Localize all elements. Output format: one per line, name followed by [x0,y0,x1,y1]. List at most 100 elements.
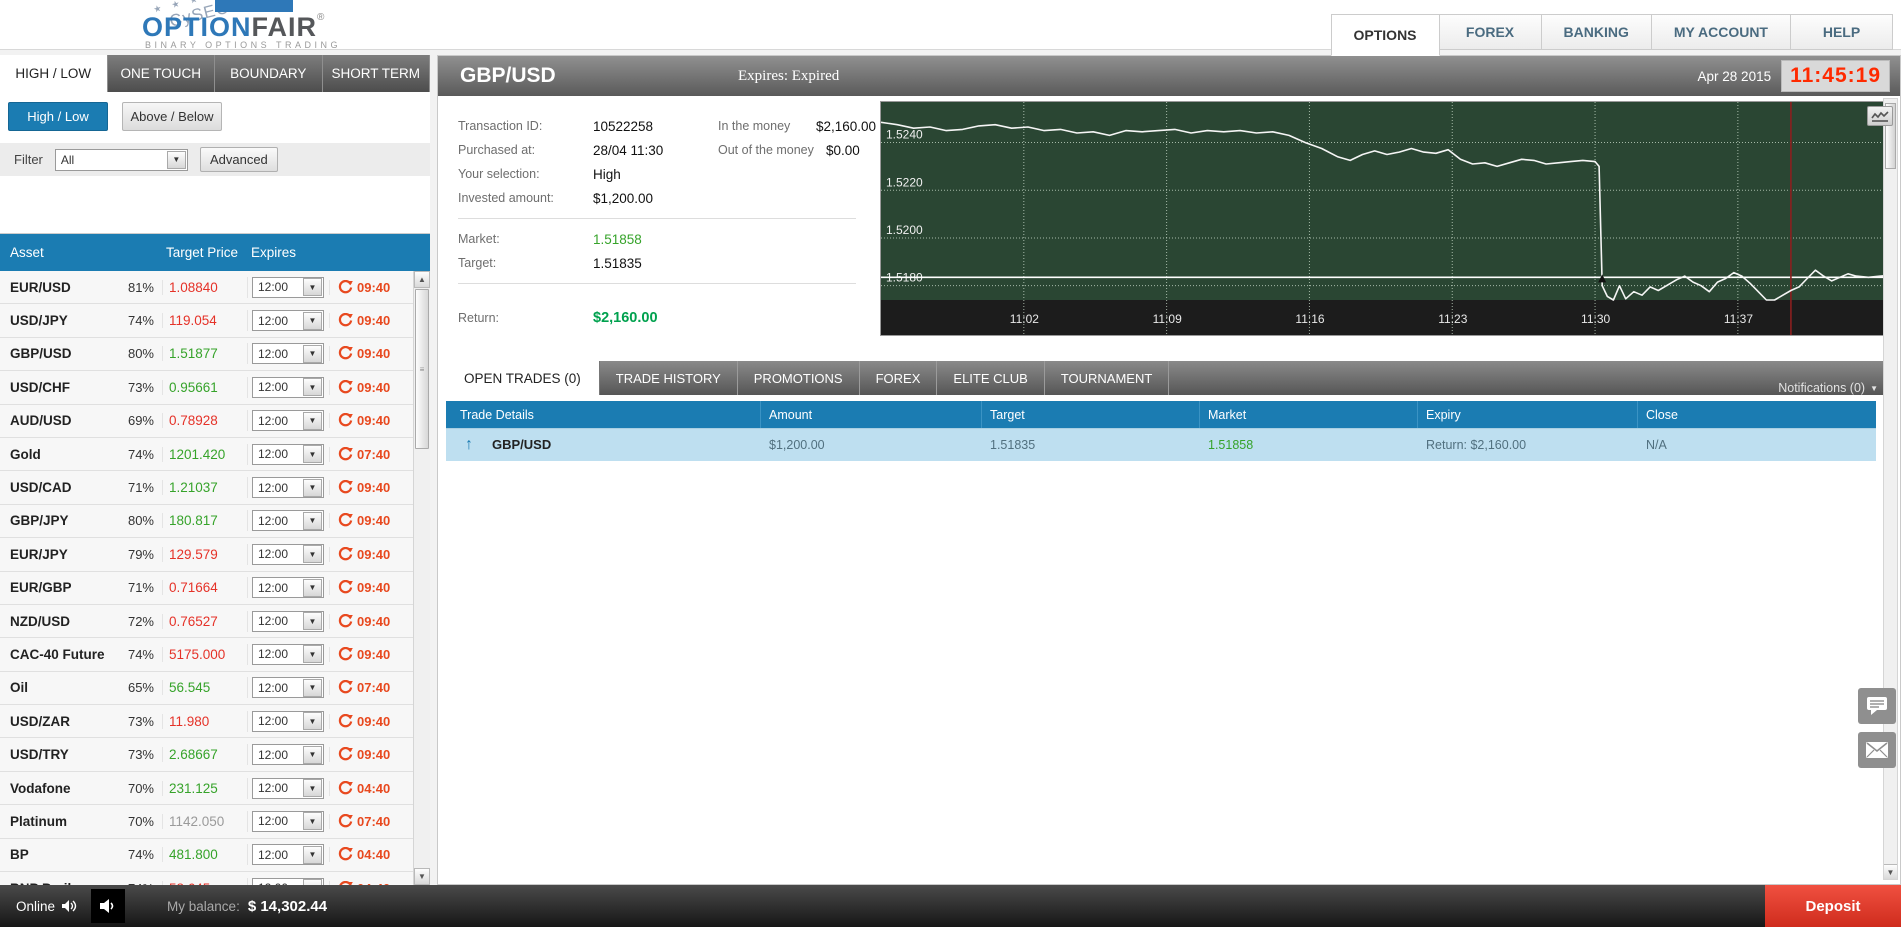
asset-row[interactable]: USD/CAD 71% 1.21037 12:00 ▼ 09:40 [0,471,413,505]
scrollbar-thumb[interactable]: ≡ [415,289,429,449]
asset-target-price: 119.054 [162,313,247,329]
asset-row[interactable]: EUR/USD 81% 1.08840 12:00 ▼ 09:40 [0,271,413,305]
expiry-select[interactable]: 12:00▼ [252,343,324,365]
chevron-down-icon[interactable]: ▼ [303,378,322,397]
bottom-tab-trade-history[interactable]: TRADE HISTORY [600,361,738,395]
chat-button[interactable] [1858,688,1896,724]
chevron-down-icon[interactable]: ▼ [303,478,322,497]
chevron-down-icon[interactable]: ▼ [303,578,322,597]
expiry-select[interactable]: 12:00▼ [252,510,324,532]
chevron-down-icon[interactable]: ▼ [303,612,322,631]
asset-row[interactable]: Vodafone 70% 231.125 12:00 ▼ 04:40 [0,771,413,806]
asset-row[interactable]: BP 74% 481.800 12:00 ▼ 04:40 [0,838,413,873]
expiry-select[interactable]: 12:00▼ [252,376,324,398]
expiry-select[interactable]: 12:00▼ [252,643,324,665]
expiry-select[interactable]: 12:00▼ [252,677,324,699]
asset-row[interactable]: USD/JPY 74% 119.054 12:00 ▼ 09:40 [0,304,413,338]
instrument-tab-high-low[interactable]: HIGH / LOW [0,55,108,92]
asset-row[interactable]: GBP/USD 80% 1.51877 12:00 ▼ 09:40 [0,337,413,372]
top-tab-forex[interactable]: FOREX [1439,14,1542,50]
expiry-select[interactable]: 12:00▼ [252,844,324,866]
top-tab-my-account[interactable]: MY ACCOUNT [1651,14,1791,50]
expiry-select[interactable]: 12:00▼ [252,543,324,565]
countdown-value: 09:40 [357,413,391,429]
chevron-down-icon[interactable]: ▼ [166,150,186,169]
chevron-down-icon[interactable]: ▼ [303,545,322,564]
expiry-select[interactable]: 12:00▼ [252,443,324,465]
expiry-select[interactable]: 12:00▼ [252,310,324,332]
expiry-select-value: 12:00 [258,781,289,796]
chevron-down-icon[interactable]: ▼ [303,812,322,831]
asset-row[interactable]: USD/CHF 73% 0.95661 12:00 ▼ 09:40 [0,371,413,405]
top-tab-help[interactable]: HELP [1791,14,1893,50]
chevron-down-icon[interactable]: ▼ [303,745,322,764]
asset-row[interactable]: NZD/USD 72% 0.76527 12:00 ▼ 09:40 [0,604,413,639]
bottom-tab-promotions[interactable]: PROMOTIONS [738,361,860,395]
asset-row[interactable]: USD/TRY 73% 2.68667 12:00 ▼ 09:40 [0,738,413,772]
countdown-clock-icon [338,780,353,794]
expiry-select[interactable]: 12:00▼ [252,877,324,885]
scroll-down-icon[interactable]: ▼ [414,868,430,885]
expiry-select[interactable]: 12:00▼ [252,410,324,432]
email-button[interactable] [1858,732,1896,768]
asset-table-scrollbar[interactable]: ▲ ≡ ▼ [413,271,430,885]
expiry-select[interactable]: 12:00▼ [252,276,324,298]
top-tab-banking[interactable]: BANKING [1541,14,1652,50]
top-nav: OPTIONS FOREX BANKING MY ACCOUNT HELP [1330,14,1893,56]
expiry-select[interactable]: 12:00▼ [252,710,324,732]
mode-tab-high-low[interactable]: High / Low [8,102,108,131]
chevron-down-icon[interactable]: ▼ [303,278,322,297]
expiry-select[interactable]: 12:00▼ [252,577,324,599]
expiry-select[interactable]: 12:00▼ [252,744,324,766]
expiry-select[interactable]: 12:00▼ [252,810,324,832]
chevron-down-icon[interactable]: ▼ [303,712,322,731]
chevron-down-icon[interactable]: ▼ [303,344,322,363]
expiry-select[interactable]: 12:00▼ [252,477,324,499]
notifications-menu[interactable]: Notifications (0) ▼ [1778,381,1892,395]
filter-select[interactable]: All ▼ [54,148,188,171]
asset-row[interactable]: CAC-40 Future 74% 5175.000 12:00 ▼ 09:40 [0,638,413,672]
bottom-tab-open-trades-0-[interactable]: OPEN TRADES (0) [446,361,600,395]
chevron-down-icon[interactable]: ▼ [303,678,322,697]
mode-tab-above-below[interactable]: Above / Below [122,102,222,131]
chevron-down-icon[interactable]: ▼ [303,645,322,664]
chevron-down-icon[interactable]: ▼ [303,411,322,430]
chart-type-button[interactable] [1867,106,1893,126]
instrument-tab-short-term[interactable]: SHORT TERM [323,55,430,92]
asset-row[interactable]: USD/ZAR 73% 11.980 12:00 ▼ 09:40 [0,705,413,739]
mute-toggle[interactable] [91,889,126,923]
advanced-button[interactable]: Advanced [199,147,278,172]
asset-row[interactable]: Oil 65% 56.545 12:00 ▼ 07:40 [0,671,413,706]
open-trade-row[interactable]: ↑ GBP/USD $1,200.00 1.51835 1.51858 Return: $… [446,428,1876,461]
expiry-select[interactable]: 12:00▼ [252,610,324,632]
divider [458,283,856,284]
trade-field: Your selection: High [458,162,718,186]
asset-row[interactable]: Gold 74% 1201.420 12:00 ▼ 07:40 [0,437,413,472]
chevron-down-icon[interactable]: ▼ [303,779,322,798]
scroll-up-icon[interactable]: ▲ [414,271,430,288]
expiry-select[interactable]: 12:00 ▼ [252,777,324,799]
asset-row[interactable]: GBP/JPY 80% 180.817 12:00 ▼ 09:40 [0,504,413,539]
countdown-value: 07:40 [357,446,391,462]
chevron-down-icon[interactable]: ▼ [303,311,322,330]
top-tab-options[interactable]: OPTIONS [1330,14,1440,56]
asset-row[interactable]: BNP Paribas74%58.64512:00▼04:40 [0,872,413,885]
bottom-tab-elite-club[interactable]: ELITE CLUB [937,361,1045,395]
asset-row[interactable]: AUD/USD 69% 0.78928 12:00 ▼ 09:40 [0,404,413,438]
asset-row[interactable]: EUR/JPY 79% 129.579 12:00 ▼ 09:40 [0,538,413,572]
account-balance: My balance: $ 14,302.44 [167,898,327,915]
asset-row[interactable]: EUR/GBP 71% 0.71664 12:00 ▼ 09:40 [0,571,413,605]
bottom-tab-tournament[interactable]: TOURNAMENT [1045,361,1170,395]
chevron-down-icon[interactable]: ▼ [303,445,322,464]
deposit-button[interactable]: Deposit [1765,885,1901,927]
instrument-tab-one-touch[interactable]: ONE TOUCH [108,55,215,92]
scroll-down-icon[interactable]: ▼ [1884,864,1897,879]
chevron-down-icon[interactable]: ▼ [303,845,322,864]
registered-mark: ® [317,12,326,23]
instrument-tab-boundary[interactable]: BOUNDARY [215,55,323,92]
chevron-down-icon[interactable]: ▼ [303,511,322,530]
countdown-value: 09:40 [357,580,391,596]
asset-expiry-cell: 12:00 ▼ [247,376,329,398]
asset-row[interactable]: Platinum 70% 1142.050 12:00 ▼ 07:40 [0,805,413,839]
bottom-tab-forex[interactable]: FOREX [860,361,938,395]
